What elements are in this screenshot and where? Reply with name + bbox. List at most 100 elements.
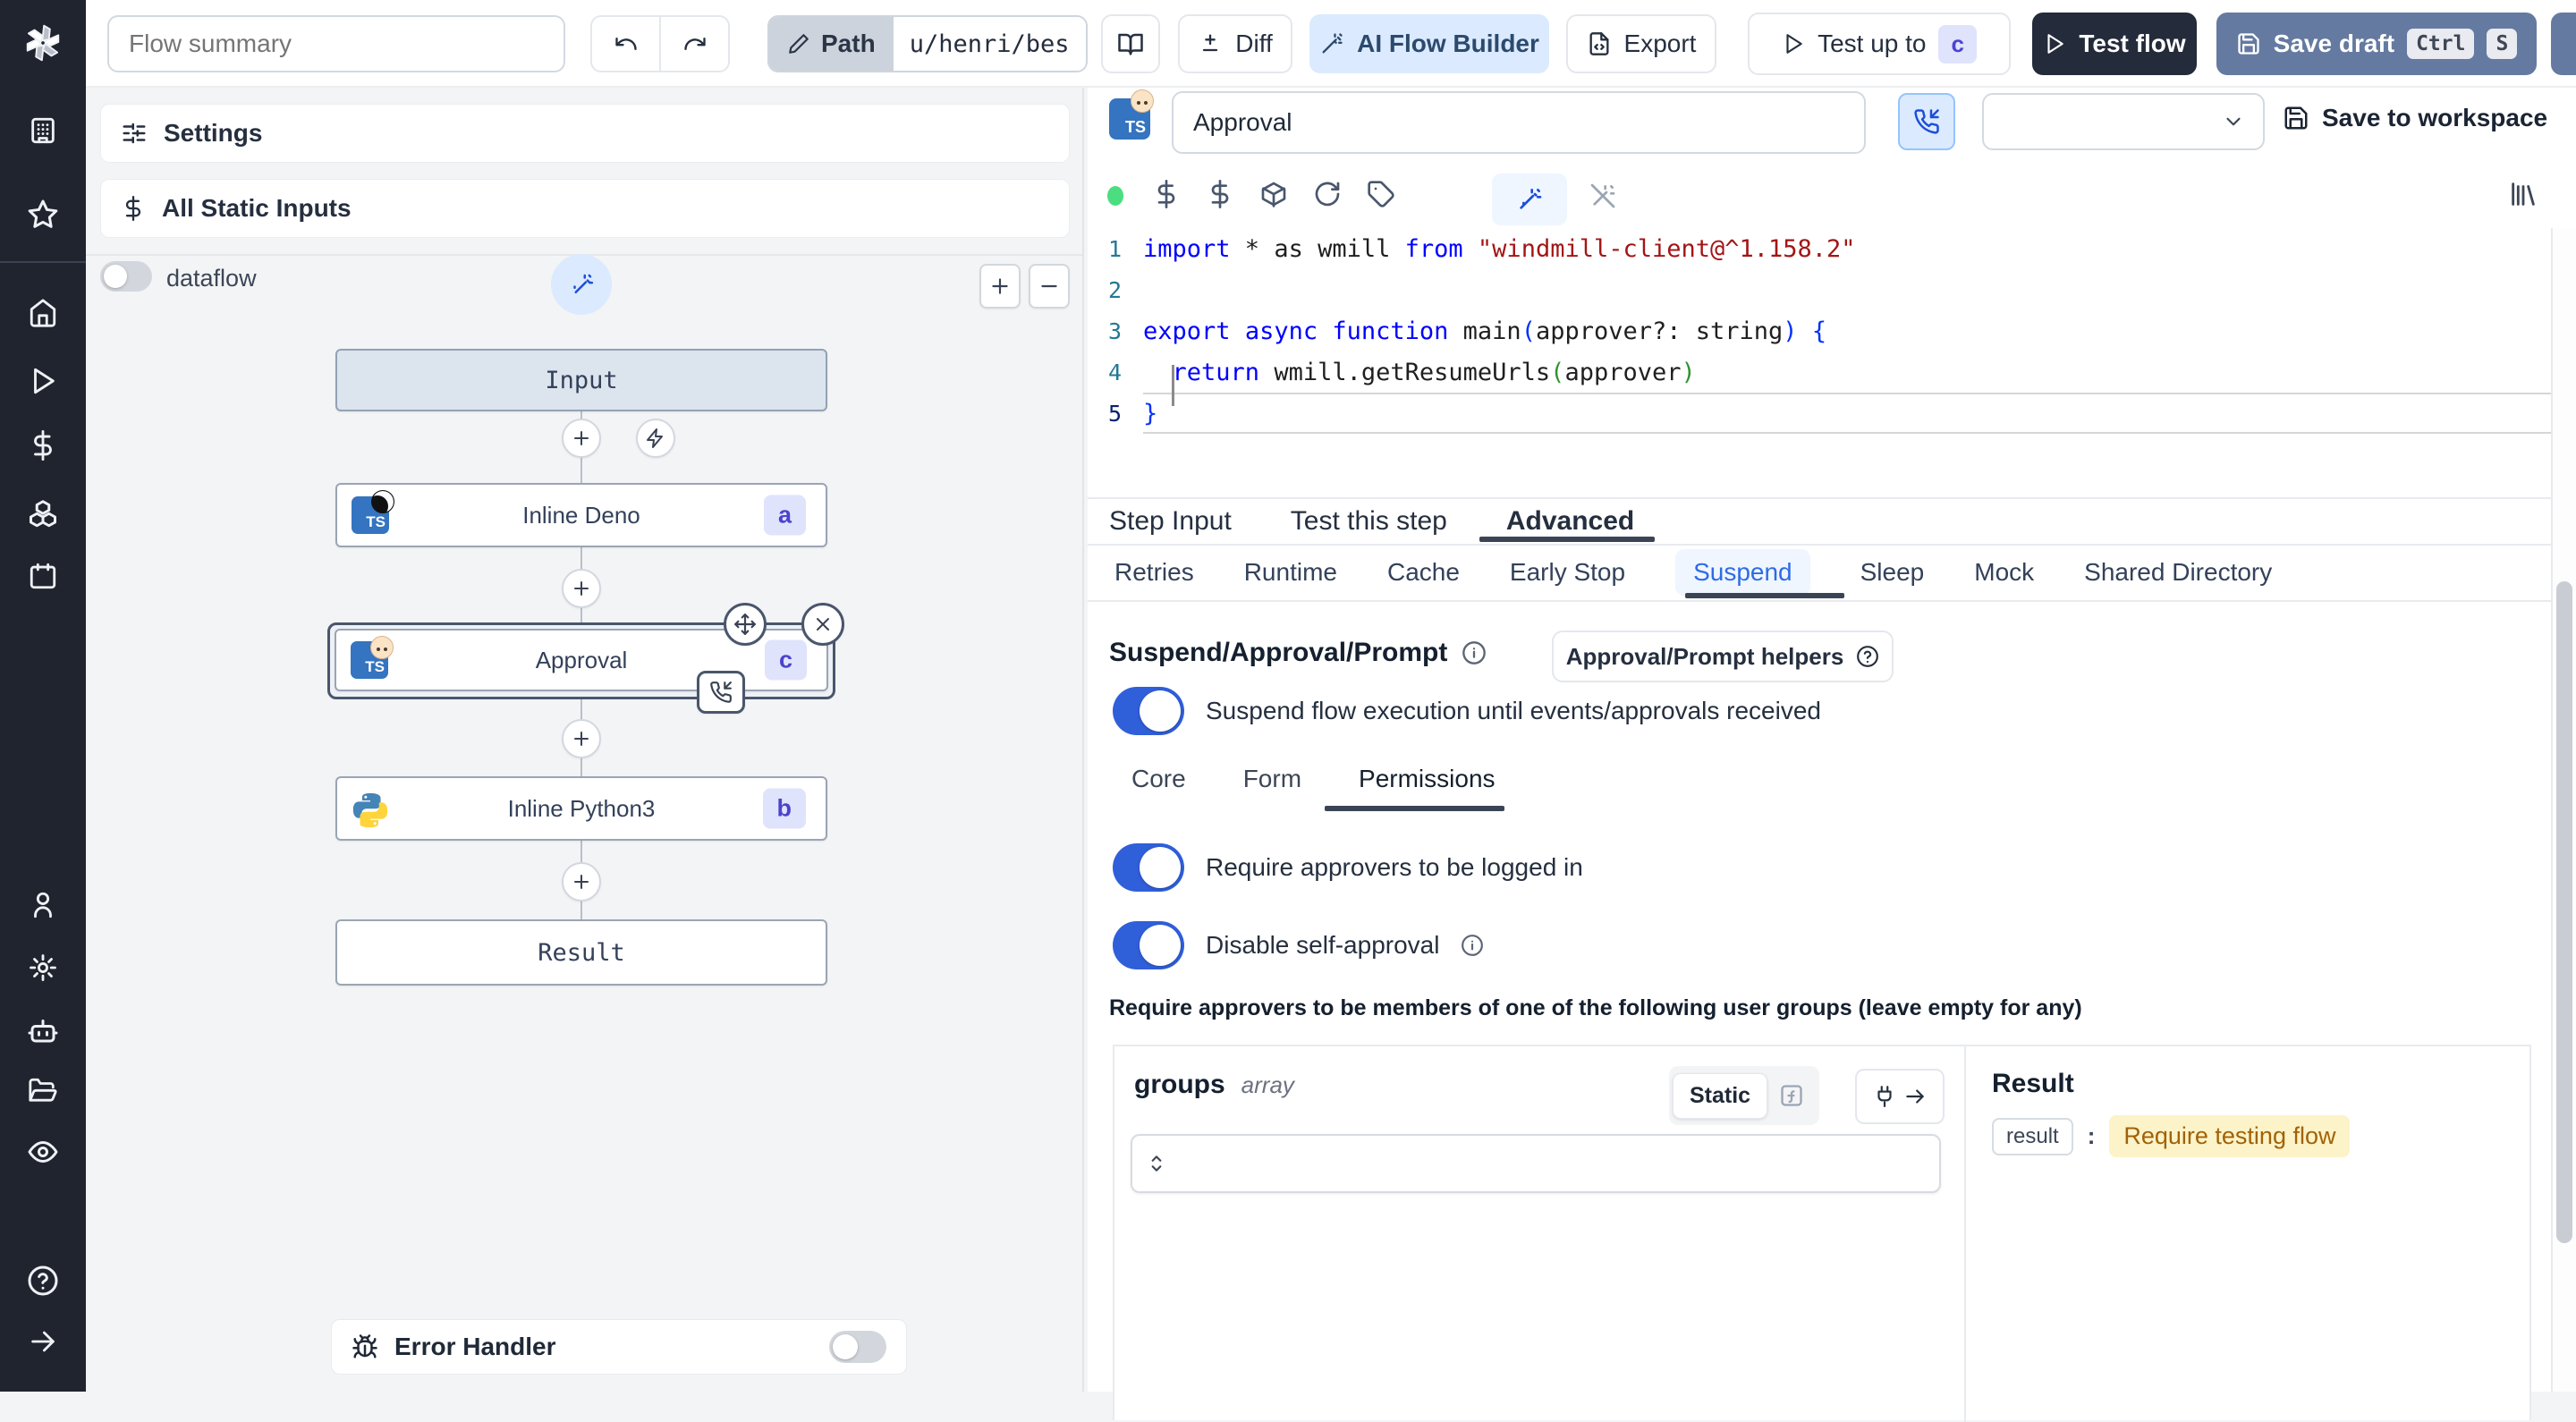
save-to-workspace-button[interactable]: Save to workspace — [2283, 104, 2547, 132]
resource-picker-icon[interactable] — [1206, 179, 1234, 209]
tab-permissions[interactable]: Permissions — [1359, 765, 1495, 793]
approval-phone-button[interactable] — [697, 671, 745, 714]
step-node-a[interactable]: TS Inline Deno a — [335, 483, 827, 547]
code-editor[interactable]: 1 import * as wmill from "windmill-client… — [1088, 228, 2551, 434]
static-mode-button[interactable]: Static — [1673, 1072, 1768, 1119]
insert-step-button[interactable] — [562, 569, 601, 608]
indent-guide — [1172, 365, 1174, 406]
tab-shared-directory[interactable]: Shared Directory — [2084, 558, 2272, 587]
flow-settings-bar[interactable]: Settings — [100, 104, 1070, 163]
variable-picker-icon[interactable] — [1152, 179, 1181, 209]
export-button[interactable]: Export — [1566, 14, 1716, 73]
save-to-workspace-label: Save to workspace — [2322, 104, 2548, 131]
tab-cache[interactable]: Cache — [1387, 558, 1460, 587]
ai-disabled-icon[interactable] — [1589, 181, 1617, 211]
error-handler-bar[interactable]: Error Handler — [331, 1319, 907, 1375]
tab-retries[interactable]: Retries — [1114, 558, 1194, 587]
redo-button[interactable] — [661, 17, 728, 71]
path-button[interactable]: Path — [769, 17, 894, 71]
test-flow-button[interactable]: Test flow — [2032, 13, 2197, 75]
insert-step-button[interactable] — [562, 862, 601, 901]
schedules-icon[interactable] — [0, 551, 86, 601]
input-node[interactable]: Input — [335, 349, 827, 411]
code-line[interactable]: 5} — [1088, 393, 2551, 434]
runs-icon[interactable] — [0, 356, 86, 406]
tab-form[interactable]: Form — [1243, 765, 1301, 793]
disable-self-approval-toggle[interactable] — [1113, 921, 1184, 969]
tab-sleep[interactable]: Sleep — [1860, 558, 1925, 587]
require-login-toggle[interactable] — [1113, 843, 1184, 892]
tab-mock[interactable]: Mock — [1974, 558, 2034, 587]
help-icon[interactable] — [0, 1256, 86, 1306]
info-icon[interactable] — [1461, 934, 1484, 957]
approval-prompt-helpers-button[interactable]: Approval/Prompt helpers — [1552, 631, 1894, 682]
resources-icon[interactable] — [0, 487, 86, 537]
undo-button[interactable] — [592, 17, 661, 71]
tab-runtime[interactable]: Runtime — [1244, 558, 1337, 587]
test-up-to-button[interactable]: Test up to c — [1748, 13, 2011, 75]
favorites-star-icon[interactable] — [0, 190, 86, 240]
variables-icon[interactable] — [0, 420, 86, 470]
tab-suspend[interactable]: Suspend — [1675, 549, 1810, 596]
workspace-icon[interactable] — [0, 106, 86, 156]
active-subtab-underline — [1685, 593, 1844, 598]
suspend-flow-toggle[interactable] — [1113, 687, 1184, 735]
settings-gear-icon[interactable] — [0, 943, 86, 993]
code-line[interactable]: 1 import * as wmill from "windmill-client… — [1088, 228, 2551, 269]
code-line[interactable]: 3 export async function main(approver?: s… — [1088, 310, 2551, 351]
docs-button[interactable] — [1101, 14, 1160, 73]
tab-test-this-step[interactable]: Test this step — [1291, 506, 1447, 537]
path-control[interactable]: Path u/henri/bes — [767, 15, 1088, 72]
expand-rail-icon[interactable] — [0, 1316, 86, 1367]
diff-button[interactable]: Diff — [1178, 14, 1292, 73]
tag-icon[interactable] — [1367, 179, 1395, 209]
zoom-in-button[interactable] — [979, 264, 1021, 309]
trigger-button[interactable] — [636, 419, 675, 458]
code-line[interactable]: 2 — [1088, 269, 2551, 310]
tab-step-input[interactable]: Step Input — [1109, 506, 1232, 537]
folders-icon[interactable] — [0, 1066, 86, 1116]
result-heading: Result — [1992, 1069, 2074, 1098]
all-static-inputs-bar[interactable]: All Static Inputs — [100, 179, 1070, 238]
save-draft-button[interactable]: Save draft Ctrl S — [2216, 13, 2537, 75]
flow-summary-input[interactable] — [107, 15, 565, 72]
function-mode-icon[interactable] — [1767, 1083, 1816, 1108]
scrollbar-thumb[interactable] — [2556, 581, 2572, 1243]
groups-array-input[interactable] — [1131, 1134, 1941, 1193]
reset-icon[interactable] — [1313, 179, 1342, 209]
result-key-badge[interactable]: result — [1992, 1117, 2073, 1155]
users-icon[interactable] — [0, 880, 86, 930]
zoom-out-button[interactable] — [1029, 264, 1070, 309]
package-icon[interactable] — [1259, 179, 1288, 209]
delete-step-button[interactable] — [801, 603, 844, 646]
step-node-b[interactable]: Inline Python3 b — [335, 776, 827, 841]
error-handler-toggle[interactable] — [829, 1331, 886, 1363]
dataflow-toggle[interactable] — [100, 261, 152, 292]
baby-emoji-icon — [370, 636, 394, 659]
step-name-input[interactable] — [1172, 91, 1866, 154]
connect-input-button[interactable] — [1855, 1069, 1945, 1124]
left-rail — [0, 0, 86, 1392]
ai-flow-builder-button[interactable]: AI Flow Builder — [1309, 14, 1549, 73]
move-step-button[interactable] — [724, 603, 767, 646]
tab-early-stop[interactable]: Early Stop — [1510, 558, 1625, 587]
insert-step-button[interactable] — [562, 419, 601, 458]
info-icon[interactable] — [1462, 640, 1487, 665]
workers-bot-icon[interactable] — [0, 1005, 86, 1055]
deploy-button-partial[interactable] — [2551, 13, 2576, 75]
code-line[interactable]: 4 return wmill.getResumeUrls(approver) — [1088, 351, 2551, 393]
path-value[interactable]: u/henri/bes — [893, 17, 1086, 71]
tab-advanced[interactable]: Advanced — [1506, 506, 1634, 537]
tab-core[interactable]: Core — [1131, 765, 1186, 793]
insert-step-button[interactable] — [562, 719, 601, 758]
library-icon[interactable] — [2508, 179, 2538, 209]
home-icon[interactable] — [0, 288, 86, 338]
ai-assistant-button[interactable] — [1492, 174, 1567, 225]
graph-ai-button[interactable] — [551, 254, 612, 315]
suspend-approval-button[interactable] — [1898, 93, 1955, 150]
script-version-select[interactable] — [1982, 93, 2265, 150]
audit-eye-icon[interactable] — [0, 1127, 86, 1177]
result-node[interactable]: Result — [335, 919, 827, 986]
windmill-logo[interactable] — [0, 18, 86, 68]
plus-icon — [574, 431, 589, 445]
